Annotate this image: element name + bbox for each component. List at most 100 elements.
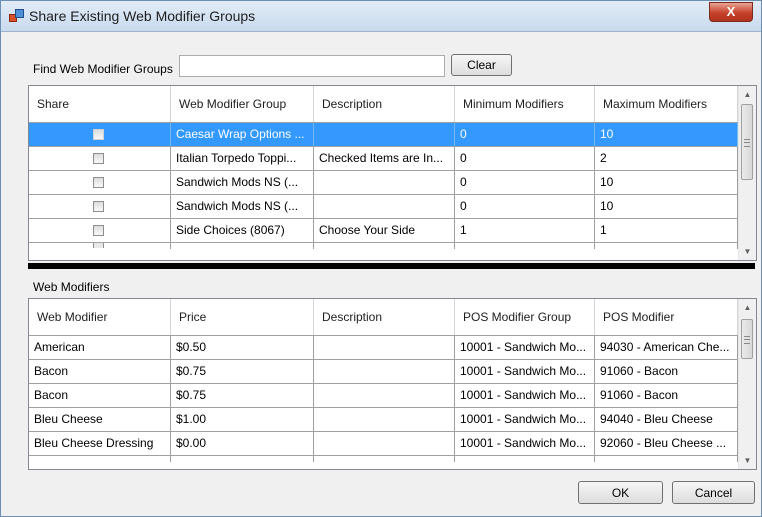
share-checkbox[interactable] [93,129,104,140]
column-header-pos-group[interactable]: POS Modifier Group [455,299,595,335]
group-cell[interactable]: Sandwich Mods NS (... [171,171,314,195]
min-cell[interactable]: 0 [455,195,595,219]
scroll-down-arrow-icon[interactable]: ▼ [739,452,756,469]
groups-grid[interactable]: Share Web Modifier Group Description Min… [28,85,757,261]
group-cell[interactable]: Caesar Wrap Options ... [171,123,314,147]
description-cell[interactable]: Choose Your Side [314,219,455,243]
share-cell[interactable] [29,147,171,171]
price-cell[interactable] [171,456,314,462]
web-modifier-cell[interactable]: Bleu Cheese Dressing [29,432,171,456]
description-cell[interactable] [314,432,455,456]
web-modifier-cell[interactable]: Bleu Cheese [29,408,171,432]
description-cell[interactable] [314,456,455,462]
share-cell[interactable] [29,171,171,195]
share-checkbox[interactable] [93,243,104,248]
min-cell[interactable]: 1 [455,219,595,243]
group-cell[interactable]: Sandwich Mods NS (... [171,195,314,219]
share-cell[interactable] [29,195,171,219]
max-cell[interactable]: 2 [595,147,738,171]
group-cell[interactable] [171,243,314,249]
splitter[interactable] [28,263,755,269]
pos-group-cell[interactable]: 10001 - Sandwich Mo... [455,336,595,360]
max-cell[interactable]: 1 [595,219,738,243]
cancel-button[interactable]: Cancel [672,481,755,504]
max-cell[interactable]: 10 [595,195,738,219]
column-header-share[interactable]: Share [29,86,171,122]
description-cell[interactable]: Checked Items are In... [314,147,455,171]
column-header-web-modifier[interactable]: Web Modifier [29,299,171,335]
close-icon: X [726,4,736,19]
share-checkbox[interactable] [93,153,104,164]
column-header-group[interactable]: Web Modifier Group [171,86,314,122]
pos-group-cell[interactable]: 10001 - Sandwich Mo... [455,384,595,408]
price-cell[interactable]: $0.75 [171,384,314,408]
price-cell[interactable]: $1.00 [171,408,314,432]
close-button[interactable]: X [709,2,753,22]
min-cell[interactable]: 0 [455,147,595,171]
price-cell[interactable]: $0.75 [171,360,314,384]
scroll-up-arrow-icon[interactable]: ▲ [739,299,756,316]
max-cell[interactable]: 10 [595,123,738,147]
clear-button[interactable]: Clear [451,54,512,76]
pos-group-cell[interactable] [455,456,595,462]
share-checkbox[interactable] [93,201,104,212]
price-cell[interactable]: $0.50 [171,336,314,360]
scroll-down-arrow-icon[interactable]: ▼ [739,243,756,260]
description-cell[interactable] [314,384,455,408]
min-cell[interactable]: 0 [455,123,595,147]
description-cell[interactable] [314,408,455,432]
share-cell[interactable] [29,243,171,249]
column-header-maximum[interactable]: Maximum Modifiers [595,86,738,122]
description-cell[interactable] [314,360,455,384]
max-cell[interactable] [595,243,738,249]
description-cell[interactable] [314,171,455,195]
min-cell[interactable] [455,243,595,249]
modifiers-grid[interactable]: Web Modifier Price Description POS Modif… [28,298,757,470]
max-cell[interactable]: 10 [595,171,738,195]
find-label: Find Web Modifier Groups [33,62,173,76]
share-cell[interactable] [29,219,171,243]
min-cell[interactable]: 0 [455,171,595,195]
description-cell[interactable] [314,243,455,249]
web-modifier-cell[interactable]: Bacon [29,384,171,408]
pos-modifier-cell[interactable]: 92060 - Bleu Cheese ... [595,432,738,456]
description-cell[interactable] [314,123,455,147]
pos-modifier-cell[interactable]: 91060 - Bacon [595,384,738,408]
description-cell[interactable] [314,336,455,360]
web-modifier-cell[interactable]: Bacon [29,360,171,384]
modifiers-grid-header: Web Modifier Price Description POS Modif… [29,299,738,336]
pos-modifier-cell[interactable]: 91060 - Bacon [595,360,738,384]
column-header-price[interactable]: Price [171,299,314,335]
web-modifier-cell[interactable]: American [29,336,171,360]
groups-scrollbar[interactable]: ▲ ▼ [738,86,756,260]
pos-group-cell[interactable]: 10001 - Sandwich Mo... [455,360,595,384]
share-checkbox[interactable] [93,177,104,188]
share-checkbox[interactable] [93,225,104,236]
column-header-pos-modifier[interactable]: POS Modifier [595,299,738,335]
pos-modifier-cell[interactable]: 94030 - American Che... [595,336,738,360]
pos-group-cell[interactable]: 10001 - Sandwich Mo... [455,432,595,456]
modifiers-scrollbar[interactable]: ▲ ▼ [738,299,756,469]
group-cell[interactable]: Side Choices (8067) [171,219,314,243]
column-header-description[interactable]: Description [314,299,455,335]
ok-button[interactable]: OK [578,481,663,504]
scrollbar-thumb[interactable] [741,319,753,359]
web-modifiers-label: Web Modifiers [33,280,110,294]
scroll-up-arrow-icon[interactable]: ▲ [739,86,756,103]
share-cell[interactable] [29,123,171,147]
scrollbar-grip-icon [744,139,750,147]
app-icon [9,9,24,23]
column-header-description[interactable]: Description [314,86,455,122]
price-cell[interactable]: $0.00 [171,432,314,456]
description-cell[interactable] [314,195,455,219]
web-modifier-cell[interactable] [29,456,171,462]
pos-modifier-cell[interactable]: 94040 - Bleu Cheese [595,408,738,432]
scrollbar-thumb[interactable] [741,104,753,180]
scrollbar-grip-icon [744,336,750,344]
pos-group-cell[interactable]: 10001 - Sandwich Mo... [455,408,595,432]
group-cell[interactable]: Italian Torpedo Toppi... [171,147,314,171]
title-bar[interactable]: Share Existing Web Modifier Groups X [1,1,761,32]
column-header-minimum[interactable]: Minimum Modifiers [455,86,595,122]
find-input[interactable] [179,55,445,77]
pos-modifier-cell[interactable] [595,456,738,462]
